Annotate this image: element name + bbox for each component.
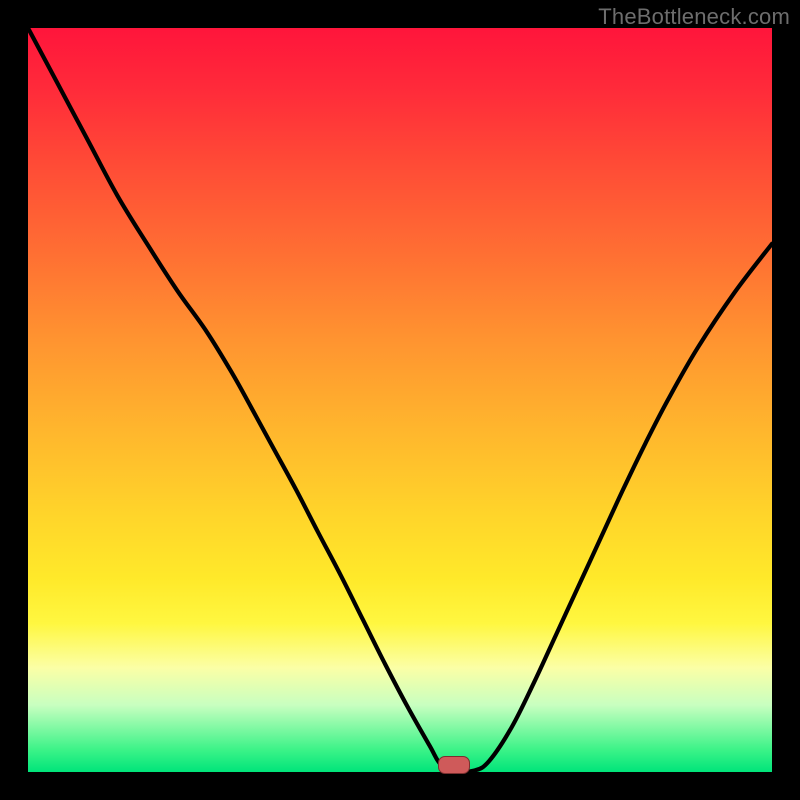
bottleneck-curve xyxy=(28,28,772,772)
curve-minimum-marker xyxy=(438,756,470,774)
watermark-text: TheBottleneck.com xyxy=(598,4,790,30)
curve-layer xyxy=(28,28,772,772)
chart-frame: TheBottleneck.com xyxy=(0,0,800,800)
